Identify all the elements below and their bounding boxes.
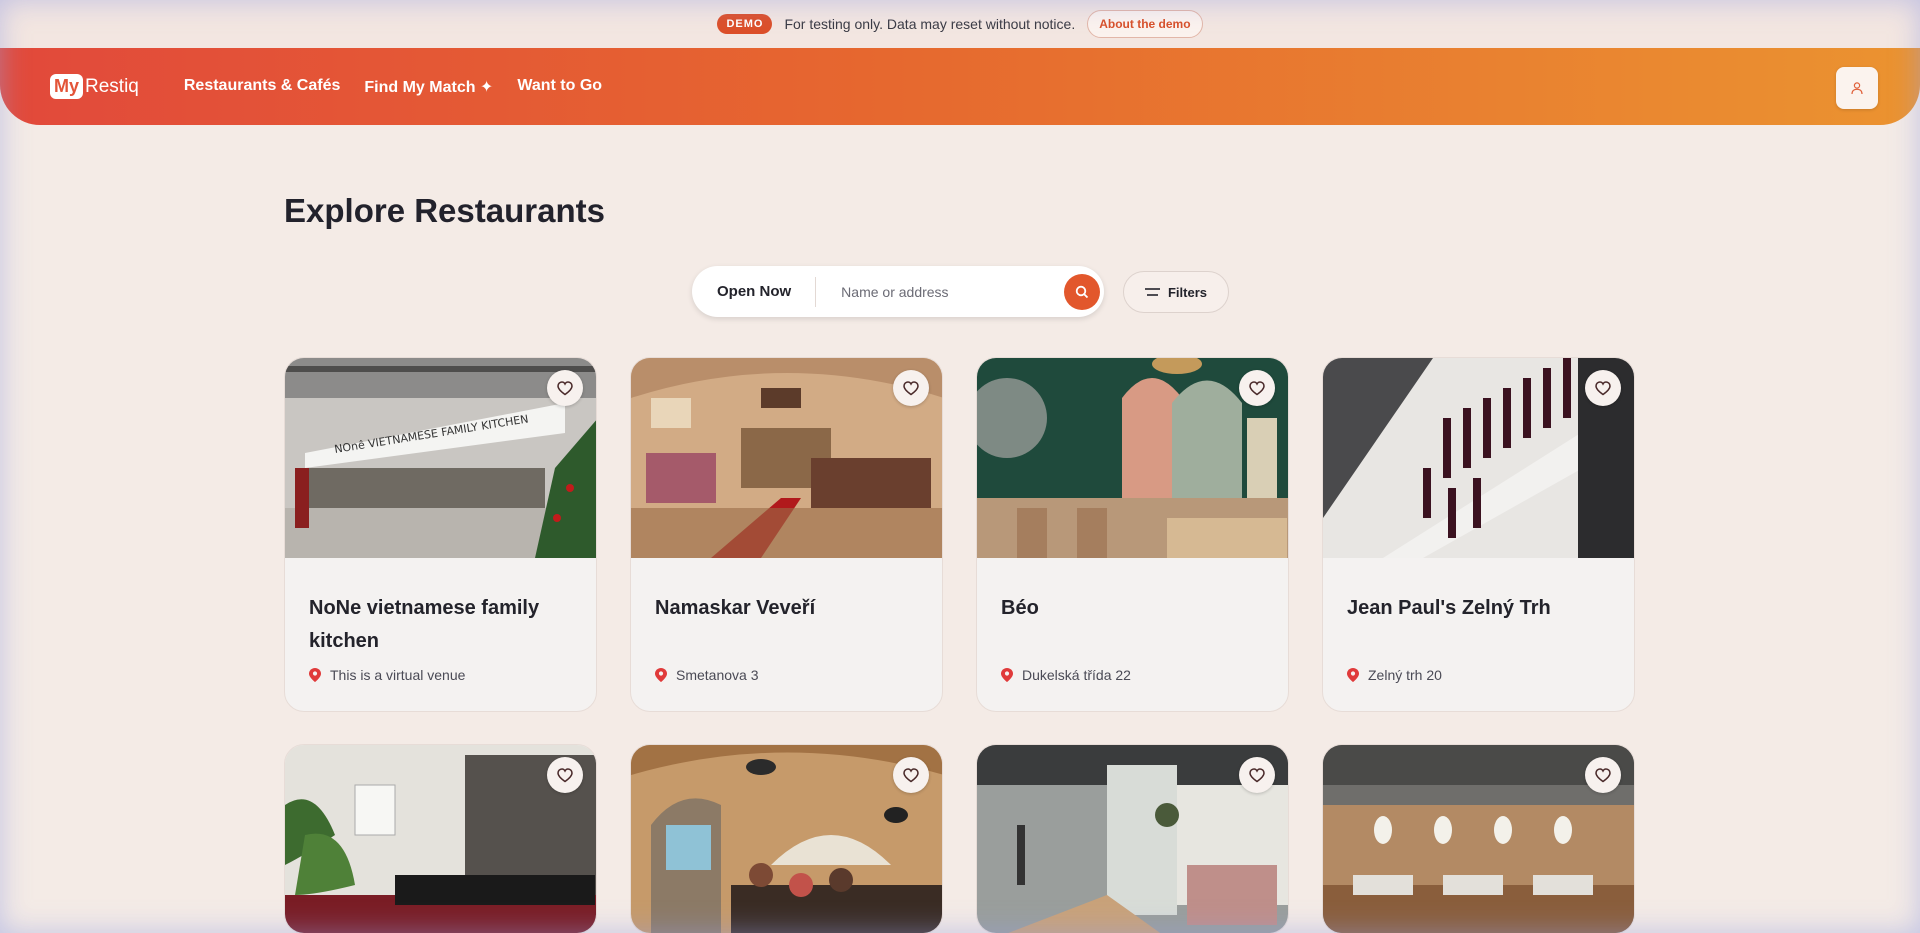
location-pin-icon: [1347, 668, 1359, 682]
filters-icon: [1144, 287, 1160, 296]
favorite-button[interactable]: [1585, 757, 1621, 793]
demo-badge: DEMO: [717, 14, 773, 34]
heart-icon: [1249, 380, 1265, 395]
logo-text: Restiq: [85, 75, 139, 97]
restaurant-card[interactable]: NOnê VIETNAMESE FAMILY KITCHEN NoNe viet…: [284, 357, 597, 712]
user-account-button[interactable]: [1836, 67, 1878, 109]
location-pin-icon: [309, 668, 321, 682]
restaurant-photo: [977, 745, 1288, 933]
page-title: Explore Restaurants: [284, 192, 605, 229]
restaurant-address: Dukelská třída 22: [1001, 667, 1131, 683]
restaurant-address-text: Smetanova 3: [676, 667, 759, 683]
search-input[interactable]: [841, 283, 1062, 300]
demo-banner: DEMO For testing only. Data may reset wi…: [0, 0, 1920, 48]
favorite-button[interactable]: [893, 757, 929, 793]
favorite-button[interactable]: [1585, 370, 1621, 406]
location-pin-icon: [1001, 668, 1013, 682]
main-nav: Restaurants & Cafés Find My Match ✦ Want…: [184, 77, 602, 97]
restaurant-name: Namaskar Veveří: [655, 597, 816, 619]
heart-icon: [557, 767, 573, 782]
restaurant-name: Jean Paul's Zelný Trh: [1347, 597, 1551, 619]
restaurant-card[interactable]: [1322, 744, 1635, 933]
location-pin-icon: [655, 668, 667, 682]
filters-button[interactable]: Filters: [1123, 271, 1229, 313]
heart-icon: [1595, 767, 1611, 782]
filters-label: Filters: [1167, 284, 1207, 300]
nav-restaurants-cafes[interactable]: Restaurants & Cafés: [184, 77, 341, 97]
nav-want-to-go[interactable]: Want to Go: [517, 77, 602, 97]
restaurant-name: NoNe vietnamese family kitchen: [309, 597, 540, 652]
favorite-button[interactable]: [547, 757, 583, 793]
favorite-button[interactable]: [547, 370, 583, 406]
restaurant-address-text: Dukelská třída 22: [1022, 667, 1131, 683]
search-bar: Open Now: [692, 266, 1104, 317]
restaurant-address: Smetanova 3: [655, 667, 759, 683]
restaurant-photo: NOnê VIETNAMESE FAMILY KITCHEN: [285, 358, 596, 558]
restaurant-address-text: Zelný trh 20: [1368, 667, 1442, 683]
restaurant-photo: [631, 745, 942, 933]
restaurant-name: Béo: [1001, 597, 1039, 619]
about-demo-button[interactable]: About the demo: [1087, 10, 1203, 38]
heart-icon: [1249, 767, 1265, 782]
restaurant-photo: [1323, 358, 1634, 558]
open-now-toggle[interactable]: Open Now: [692, 276, 817, 307]
restaurant-card[interactable]: Béo Dukelská třída 22: [976, 357, 1289, 712]
favorite-button[interactable]: [1239, 370, 1275, 406]
demo-notice: For testing only. Data may reset without…: [784, 16, 1076, 32]
restaurant-card[interactable]: [630, 744, 943, 933]
restaurant-address: This is a virtual venue: [309, 667, 465, 683]
search-icon: [1075, 285, 1089, 299]
restaurant-card[interactable]: Jean Paul's Zelný Trh Zelný trh 20: [1322, 357, 1635, 712]
favorite-button[interactable]: [893, 370, 929, 406]
favorite-button[interactable]: [1239, 757, 1275, 793]
restaurant-card[interactable]: [284, 744, 597, 933]
restaurant-photo: [285, 745, 596, 933]
heart-icon: [557, 380, 573, 395]
user-icon: [1851, 82, 1863, 95]
search-button[interactable]: [1064, 274, 1100, 310]
restaurant-card[interactable]: Namaskar Veveří Smetanova 3: [630, 357, 943, 712]
restaurant-address-text: This is a virtual venue: [330, 667, 466, 683]
restaurant-address: Zelný trh 20: [1347, 667, 1442, 683]
nav-find-my-match[interactable]: Find My Match ✦: [364, 77, 493, 97]
heart-icon: [903, 767, 919, 782]
top-header: My Restiq Restaurants & Cafés Find My Ma…: [0, 48, 1920, 125]
logo-my: My: [50, 74, 84, 99]
restaurant-photo: [1323, 745, 1634, 933]
heart-icon: [903, 380, 919, 395]
restaurant-photo: [631, 358, 942, 558]
restaurant-photo: [977, 358, 1288, 558]
restaurant-card[interactable]: [976, 744, 1289, 933]
heart-icon: [1595, 380, 1611, 395]
logo[interactable]: My Restiq: [50, 74, 139, 99]
